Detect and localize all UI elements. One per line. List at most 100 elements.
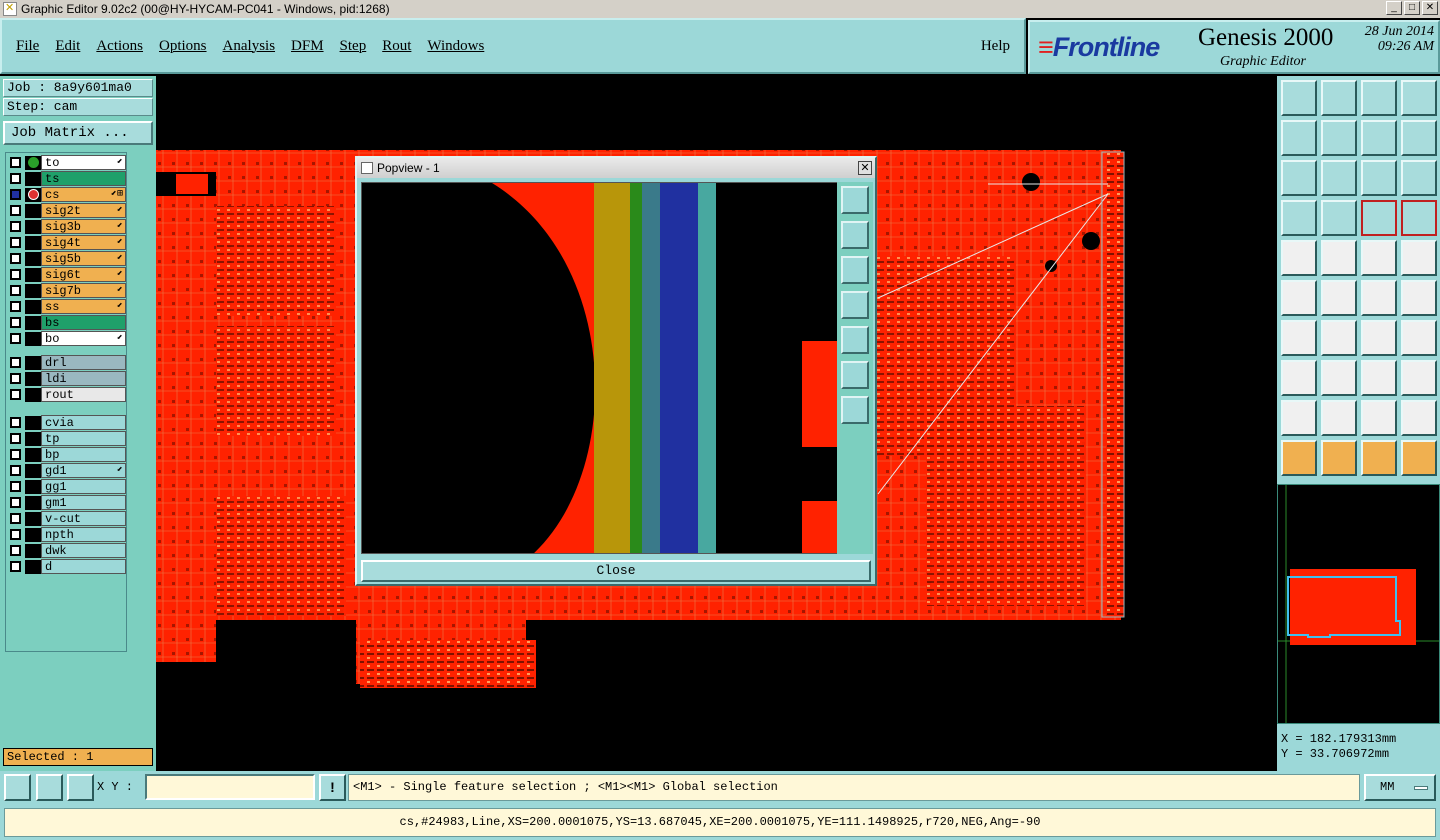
layer-checkbox[interactable]: [10, 189, 21, 200]
layer-state-icon[interactable]: [25, 447, 41, 462]
layer-checkbox[interactable]: [10, 285, 21, 296]
layer-state-icon[interactable]: [25, 171, 41, 186]
layer-name[interactable]: sig4t ⬋: [41, 235, 126, 250]
help-icon[interactable]: [1401, 160, 1437, 196]
open-icon[interactable]: [1281, 80, 1317, 116]
layer-state-icon[interactable]: [25, 431, 41, 446]
layer-state-icon[interactable]: [25, 203, 41, 218]
layer-name[interactable]: v-cut: [41, 511, 126, 526]
point-icon[interactable]: [1361, 280, 1397, 316]
layer-row-sig5b[interactable]: sig5b ⬋: [8, 251, 126, 266]
layer-row-v-cut[interactable]: v-cut: [8, 511, 126, 526]
prev-step-icon[interactable]: [1281, 120, 1317, 156]
popview-left-icon[interactable]: [841, 291, 869, 319]
next-step-icon[interactable]: [1321, 120, 1357, 156]
layer-row-sig2t[interactable]: sig2t ⬋: [8, 203, 126, 218]
layer-row-ts[interactable]: ts: [8, 171, 126, 186]
pointer-route-icon[interactable]: [1401, 440, 1437, 476]
settings-icon[interactable]: [1281, 200, 1317, 236]
layer-checkbox[interactable]: [10, 417, 21, 428]
cut-icon[interactable]: [1321, 360, 1357, 396]
layer-row-npth[interactable]: npth: [8, 527, 126, 542]
layer-name[interactable]: tp: [41, 431, 126, 446]
popview-up-icon[interactable]: [841, 221, 869, 249]
popview-close-icon[interactable]: ✕: [858, 161, 872, 175]
zoom-fit-icon[interactable]: [1281, 160, 1317, 196]
snap-center-icon[interactable]: [1281, 240, 1317, 276]
home-icon[interactable]: [1361, 80, 1397, 116]
layer-row-rout[interactable]: rout: [8, 387, 126, 402]
layer-state-icon[interactable]: [25, 463, 41, 478]
layer-checkbox[interactable]: [10, 433, 21, 444]
layer-name[interactable]: bo ⬋: [41, 331, 126, 346]
redo-icon[interactable]: [1401, 120, 1437, 156]
layer-row-cvia[interactable]: cvia: [8, 415, 126, 430]
layer-state-icon[interactable]: [25, 315, 41, 330]
layer-name[interactable]: cvia: [41, 415, 126, 430]
pointer-b-icon[interactable]: [1361, 440, 1397, 476]
layer-state-icon[interactable]: [25, 527, 41, 542]
triangle-a-icon[interactable]: [1281, 400, 1317, 436]
measure-box-icon[interactable]: [1361, 360, 1397, 396]
layer-row-gg1[interactable]: gg1: [8, 479, 126, 494]
minimize-icon[interactable]: _: [1386, 1, 1402, 15]
menu-edit[interactable]: Edit: [55, 38, 80, 55]
layer-checkbox[interactable]: [10, 237, 21, 248]
layer-state-icon[interactable]: [25, 415, 41, 430]
menu-options[interactable]: Options: [159, 38, 207, 55]
circles-icon[interactable]: [1401, 360, 1437, 396]
layer-checkbox[interactable]: [10, 545, 21, 556]
layer-state-icon[interactable]: [25, 331, 41, 346]
layer-state-icon[interactable]: [25, 543, 41, 558]
layer-checkbox[interactable]: [10, 173, 21, 184]
layer-state-icon[interactable]: [25, 155, 41, 170]
layer-checkbox[interactable]: [10, 333, 21, 344]
layer-row-drl[interactable]: drl: [8, 355, 126, 370]
window-icon[interactable]: [1401, 80, 1437, 116]
pointer-icon[interactable]: [1281, 440, 1317, 476]
layer-state-icon[interactable]: [25, 495, 41, 510]
layer-checkbox[interactable]: [10, 561, 21, 572]
layer-row-sig6t[interactable]: sig6t ⬋: [8, 267, 126, 282]
layer-row-ldi[interactable]: ldi: [8, 371, 126, 386]
layer-name[interactable]: sig3b ⬋: [41, 219, 126, 234]
layer-row-gd1[interactable]: gd1 ⬋: [8, 463, 126, 478]
save-icon[interactable]: [1321, 80, 1357, 116]
layer-state-icon[interactable]: [25, 219, 41, 234]
layer-state-icon[interactable]: [25, 371, 41, 386]
layer-name[interactable]: gm1: [41, 495, 126, 510]
popview-close-button[interactable]: Close: [361, 560, 871, 582]
layer-checkbox[interactable]: [10, 301, 21, 312]
popview-expand-icon[interactable]: [841, 396, 869, 424]
layers-a-icon[interactable]: [1361, 200, 1397, 236]
layer-name[interactable]: npth: [41, 527, 126, 542]
layer-name[interactable]: ts: [41, 171, 126, 186]
layer-row-bp[interactable]: bp: [8, 447, 126, 462]
layer-row-bs[interactable]: bs: [8, 315, 126, 330]
layer-name[interactable]: to ⬋: [41, 155, 126, 170]
menu-rout[interactable]: Rout: [382, 38, 411, 55]
layer-checkbox[interactable]: [10, 373, 21, 384]
menu-dfm[interactable]: DFM: [291, 38, 324, 55]
pointer-box-icon[interactable]: [1321, 440, 1357, 476]
popview-zoom-view[interactable]: [361, 182, 839, 554]
layer-row-d[interactable]: d: [8, 559, 126, 574]
layer-row-cs[interactable]: cs ⬋⊞: [8, 187, 126, 202]
layer-checkbox[interactable]: [10, 269, 21, 280]
layer-name[interactable]: gd1 ⬋: [41, 463, 126, 478]
menu-help[interactable]: Help: [981, 38, 1010, 55]
layer-state-icon[interactable]: [25, 251, 41, 266]
layer-checkbox[interactable]: [10, 481, 21, 492]
layer-name[interactable]: bs: [41, 315, 126, 330]
zoom-1-2-icon[interactable]: [1361, 160, 1397, 196]
close-icon[interactable]: ✕: [1422, 1, 1438, 15]
line-icon[interactable]: [1321, 320, 1357, 356]
layer-state-icon[interactable]: [25, 355, 41, 370]
popview-fit-icon[interactable]: [841, 361, 869, 389]
layer-name[interactable]: d: [41, 559, 126, 574]
popview-right-icon[interactable]: [841, 326, 869, 354]
layer-checkbox[interactable]: [10, 513, 21, 524]
maximize-icon[interactable]: □: [1404, 1, 1420, 15]
layer-state-icon[interactable]: [25, 299, 41, 314]
layer-row-dwk[interactable]: dwk: [8, 543, 126, 558]
